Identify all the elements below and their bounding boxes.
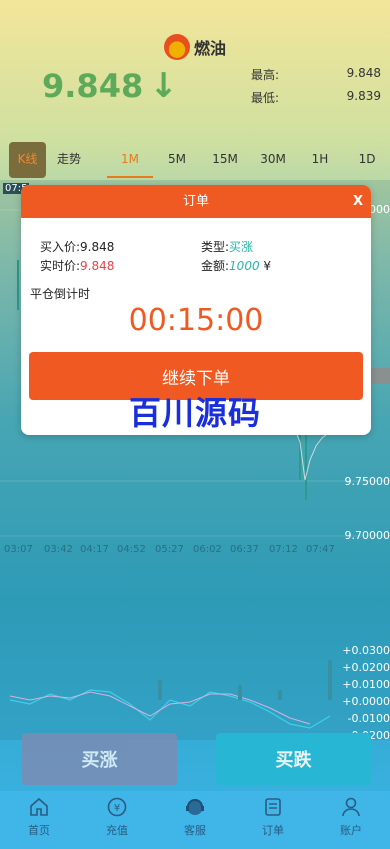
type-value: 买涨 <box>229 240 254 254</box>
x-axis-label: 04:52 <box>117 544 146 555</box>
quote-header: 燃油 9.848 ↓ 最高: 9.848 最低: 9.839 <box>0 0 390 140</box>
y-axis-label: 9.75000 <box>344 475 390 488</box>
indicator-axis-label: +0.0300 <box>342 644 390 657</box>
nav-item-home[interactable]: 首页 <box>0 791 78 849</box>
nav-label: 账户 <box>340 824 362 837</box>
nav-item-service[interactable]: 客服 <box>156 791 234 849</box>
nav-label: 首页 <box>28 824 50 837</box>
yen-coin-icon: ¥ <box>105 795 129 819</box>
close-button[interactable]: X <box>353 185 363 218</box>
countdown-timer: 00:15:00 <box>128 303 264 338</box>
tab-1m[interactable]: 1M <box>107 142 153 178</box>
tab-1d[interactable]: 1D <box>352 142 382 178</box>
svg-text:¥: ¥ <box>114 803 120 814</box>
nav-item-recharge[interactable]: ¥ 充值 <box>78 791 156 849</box>
type-label: 类型: <box>201 240 230 254</box>
x-axis-label: 03:42 <box>44 544 73 555</box>
type-field: 类型:买涨 <box>201 238 253 255</box>
current-price-value: 9.848 <box>42 67 144 105</box>
indicator-axis-label: +0.0000 <box>342 695 390 708</box>
brand-name: 燃油 <box>193 39 226 58</box>
buy-down-button[interactable]: 买跌 <box>216 733 371 785</box>
high-value: 9.848 <box>346 66 381 80</box>
headset-icon <box>183 795 207 819</box>
nav-item-orders[interactable]: 订单 <box>234 791 312 849</box>
currency-symbol: ¥ <box>263 259 272 273</box>
low-value: 9.839 <box>346 89 381 103</box>
high-label: 最高: <box>251 68 280 82</box>
x-axis-label: 06:37 <box>230 544 259 555</box>
nav-label: 订单 <box>262 824 284 837</box>
user-icon <box>339 795 363 819</box>
x-axis-label: 07:47 <box>306 544 335 555</box>
x-axis-label: 03:07 <box>4 544 33 555</box>
document-icon <box>261 795 285 819</box>
buy-price-field: 买入价:9.848 <box>40 238 114 255</box>
nav-label: 充值 <box>106 824 128 837</box>
tab-trend[interactable]: 走势 <box>52 142 86 178</box>
nav-label: 客服 <box>184 824 206 837</box>
realtime-label: 实时价: <box>40 259 81 273</box>
x-axis-label: 06:02 <box>193 544 222 555</box>
x-axis-label: 07:12 <box>269 544 298 555</box>
current-price: 9.848 ↓ <box>42 66 178 106</box>
indicator-axis-label: +0.0100 <box>342 678 390 691</box>
watermark: 百川源码 <box>128 394 261 432</box>
indicator-axis-label: +0.0200 <box>342 661 390 674</box>
brand: 燃油 <box>0 34 390 60</box>
bottom-nav: 首页 ¥ 充值 客服 订单 账户 <box>0 791 390 849</box>
low-label: 最低: <box>251 91 280 105</box>
modal-header: 订单 X <box>21 185 371 218</box>
x-axis-label: 05:27 <box>155 544 184 555</box>
y-axis-label: 9.70000 <box>344 529 390 542</box>
modal-title: 订单 <box>182 194 209 209</box>
indicator-axis-label: -0.0100 <box>347 712 390 725</box>
amount-field: 金额:1000 ¥ <box>201 257 271 274</box>
tab-kline[interactable]: K线 <box>9 142 46 178</box>
tab-1h[interactable]: 1H <box>305 142 335 178</box>
realtime-price-field: 实时价:9.848 <box>40 257 114 274</box>
x-axis-label: 04:17 <box>80 544 109 555</box>
low-price-row: 最低: 9.839 <box>251 89 381 106</box>
buy-price-value: 9.848 <box>80 240 115 254</box>
home-icon <box>27 795 51 819</box>
tab-30m[interactable]: 30M <box>256 142 290 178</box>
tab-15m[interactable]: 15M <box>208 142 242 178</box>
amount-value: 1000 <box>229 259 260 273</box>
buy-price-label: 买入价: <box>40 240 81 254</box>
tab-5m[interactable]: 5M <box>162 142 192 178</box>
down-arrow-icon: ↓ <box>149 66 178 106</box>
period-tabs: K线 走势 1M 5M 15M 30M 1H 1D <box>0 142 390 178</box>
realtime-value: 9.848 <box>80 259 115 273</box>
brand-logo-icon <box>163 34 190 60</box>
nav-item-account[interactable]: 账户 <box>312 791 390 849</box>
countdown-label: 平仓倒计时 <box>30 287 91 301</box>
buy-up-button[interactable]: 买涨 <box>22 733 177 785</box>
high-price-row: 最高: 9.848 <box>251 66 381 83</box>
amount-label: 金额: <box>201 259 230 273</box>
